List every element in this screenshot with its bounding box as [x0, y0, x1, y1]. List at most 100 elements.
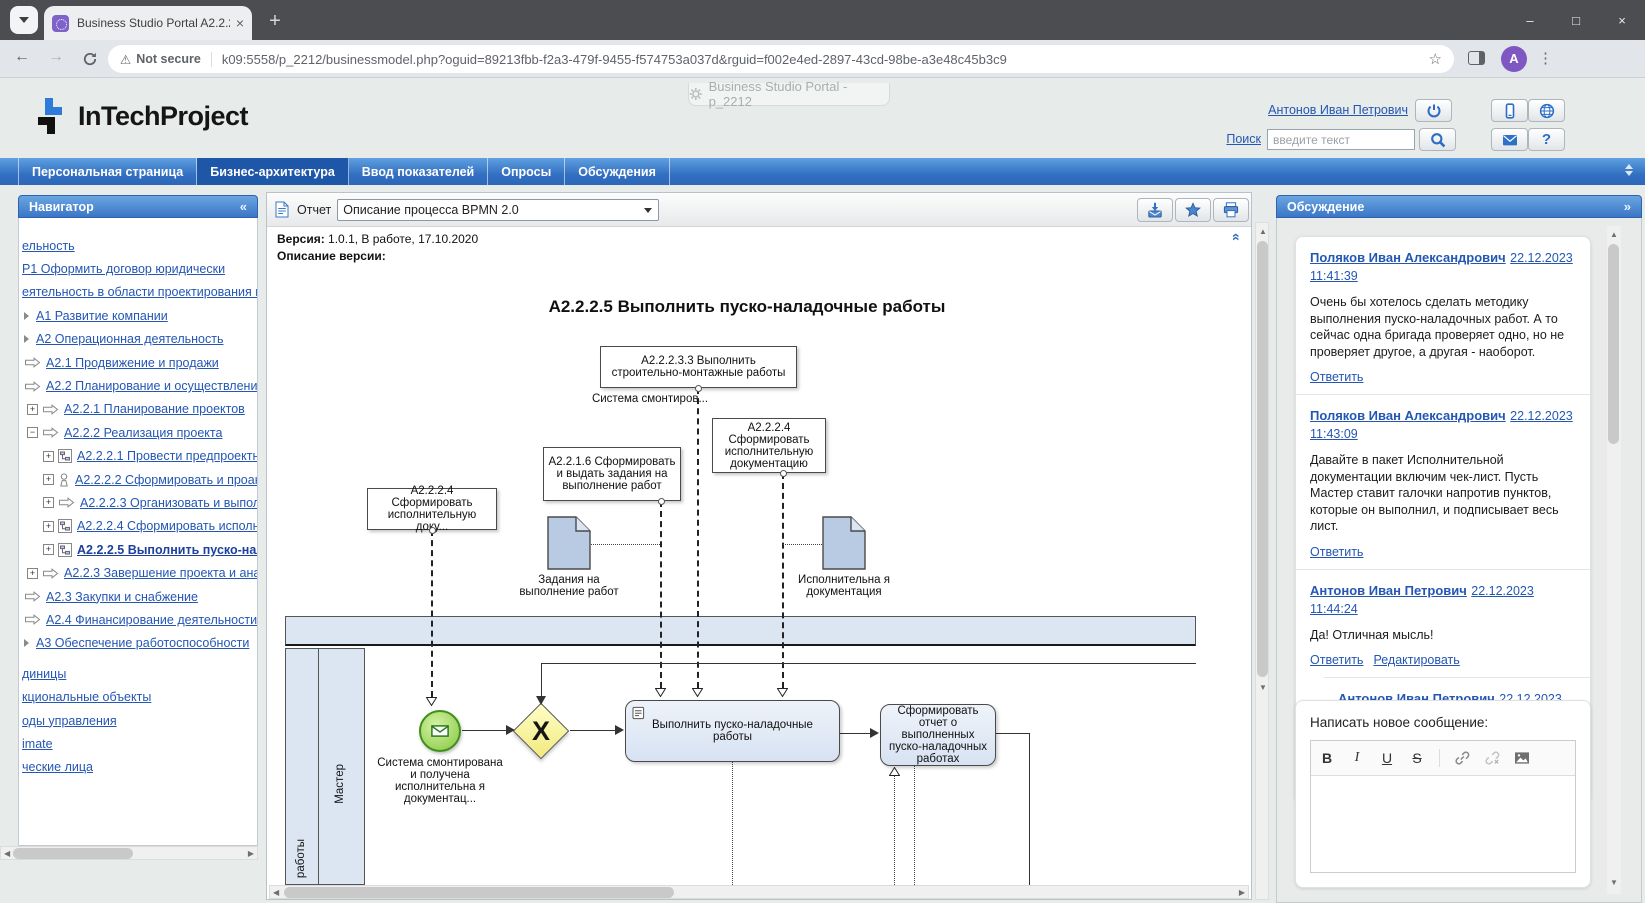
expand-plus-icon[interactable]	[27, 404, 38, 415]
reply-link[interactable]: Ответить	[1310, 370, 1363, 384]
tree-item-link[interactable]: А2.1 Продвижение и продажи	[46, 356, 219, 370]
scroll-left-arrow[interactable]: ◀	[273, 886, 279, 899]
scrollbar-thumb[interactable]	[1608, 244, 1619, 444]
tree-item[interactable]: Р1 Оформить договор юридически	[19, 257, 257, 280]
tree-item[interactable]: А1 Развитие компании	[19, 304, 257, 327]
tree-item-link[interactable]: оды управления	[22, 714, 117, 728]
tree-item-link[interactable]: А2.2 Планирование и осуществление пр	[46, 379, 257, 393]
expand-plus-icon[interactable]	[43, 451, 54, 462]
tree-item[interactable]: А2.2.2.3 Организовать и выполнит	[19, 491, 257, 514]
tree-item-link[interactable]: А2.4 Финансирование деятельности и р	[46, 613, 257, 627]
browser-tab[interactable]: Business Studio Portal A2.2.2.5 ×	[44, 6, 252, 40]
tree-item-link[interactable]: А2.2.2.3 Организовать и выполнит	[80, 496, 257, 510]
tree-item[interactable]: А2.2.2.4 Сформировать исполните	[19, 515, 257, 538]
tree-item-link[interactable]: А2 Операционная деятельность	[36, 332, 224, 346]
process-box-exec-doc[interactable]: А2.2.2.4 Сформировать исполнительную док…	[712, 418, 826, 473]
tree-item[interactable]: А2.4 Финансирование деятельности и р	[19, 608, 257, 631]
insert-link-icon[interactable]	[1454, 750, 1470, 766]
scroll-right-arrow[interactable]: ▶	[248, 847, 254, 860]
expand-arrow-icon[interactable]	[24, 335, 29, 343]
message-start-event[interactable]	[419, 710, 461, 752]
tree-item-link[interactable]: ельность	[22, 239, 75, 253]
tab-search-chevron-button[interactable]	[10, 6, 38, 34]
scroll-up-arrow[interactable]: ▲	[1610, 228, 1618, 241]
messages-button[interactable]	[1491, 128, 1528, 151]
logout-button[interactable]	[1415, 99, 1452, 122]
scrollbar-thumb[interactable]	[284, 887, 674, 898]
tree-item[interactable]: ельность	[19, 234, 257, 257]
expand-plus-icon[interactable]	[43, 544, 54, 555]
discussion-scrollbar[interactable]: ▲ ▼	[1607, 226, 1621, 894]
scrollbar-thumb[interactable]	[13, 848, 133, 859]
tree-item[interactable]: диницы	[19, 662, 257, 685]
tree-item[interactable]: А2.3 Закупки и снабжение	[19, 585, 257, 608]
nav-tab-indicators[interactable]: Ввод показателей	[349, 158, 488, 185]
tree-item[interactable]: еятельность в области проектирования и м…	[19, 281, 257, 304]
tree-item-link[interactable]: А2.2.2.4 Сформировать исполните	[77, 519, 257, 533]
tree-item[interactable]: А2 Операционная деятельность	[19, 328, 257, 351]
tree-item[interactable]: оды управления	[19, 709, 257, 732]
tree-item-link[interactable]: кциональные объекты	[22, 690, 151, 704]
browser-profile-avatar[interactable]: A	[1501, 46, 1527, 72]
process-box-construction[interactable]: А2.2.2.3.3 Выполнить строительно-монтажн…	[600, 346, 797, 388]
window-maximize-button[interactable]: □	[1553, 0, 1599, 40]
tree-item-link[interactable]: А3 Обеспечение работоспособности	[36, 636, 249, 650]
expand-plus-icon[interactable]	[43, 497, 54, 508]
insert-image-icon[interactable]	[1514, 750, 1530, 766]
tree-item[interactable]: А2.2 Планирование и осуществление пр	[19, 374, 257, 397]
forward-button[interactable]: →	[48, 48, 64, 66]
mobile-version-button[interactable]	[1491, 99, 1528, 122]
search-button[interactable]	[1419, 128, 1456, 151]
tree-item[interactable]: А2.1 Продвижение и продажи	[19, 351, 257, 374]
favorite-button[interactable]	[1175, 198, 1211, 222]
tree-item[interactable]: А2.2.1 Планирование проектов	[19, 398, 257, 421]
tree-item-link[interactable]: А2.2.2.1 Провести предпроектное	[77, 449, 257, 463]
collapse-up-icon[interactable]: «	[1229, 233, 1245, 241]
reply-link[interactable]: Ответить	[1310, 653, 1363, 667]
scroll-down-arrow[interactable]: ▼	[1259, 681, 1267, 694]
tree-item-link[interactable]: А2.2.2.2 Сформировать и проанал	[75, 473, 257, 487]
nav-collapse-button[interactable]	[1621, 164, 1637, 180]
tree-item-link[interactable]: еятельность в области проектирования и м…	[22, 285, 257, 299]
tree-item[interactable]: А3 Обеспечение работоспособности	[19, 632, 257, 655]
expand-arrow-icon[interactable]	[24, 639, 29, 647]
edit-link[interactable]: Редактировать	[1373, 653, 1459, 667]
process-box-exec-doc-left[interactable]: А2.2.2.4 Сформировать исполнительную док…	[367, 488, 497, 530]
scroll-right-arrow[interactable]: ▶	[1239, 886, 1245, 899]
window-close-button[interactable]: ×	[1599, 0, 1645, 40]
expand-plus-icon[interactable]	[43, 521, 54, 532]
expand-arrow-icon[interactable]	[24, 312, 29, 320]
sidebar-horizontal-scrollbar[interactable]: ◀ ▶	[0, 846, 258, 860]
diagram-horizontal-scrollbar[interactable]: ◀ ▶	[269, 885, 1249, 899]
italic-button[interactable]: I	[1349, 750, 1365, 766]
side-panel-icon[interactable]	[1468, 51, 1485, 65]
document-shape-exec[interactable]	[822, 516, 866, 570]
print-button[interactable]	[1213, 198, 1249, 222]
tree-item[interactable]: А2.2.2.1 Провести предпроектное	[19, 445, 257, 468]
tab-close-icon[interactable]: ×	[236, 15, 244, 31]
new-tab-button[interactable]: +	[262, 8, 288, 34]
tree-item-link[interactable]: ческие лица	[22, 760, 93, 774]
tree-item-link[interactable]: А2.3 Закупки и снабжение	[46, 590, 198, 604]
tree-item-link[interactable]: А2.2.2 Реализация проекта	[64, 426, 222, 440]
bold-button[interactable]: B	[1319, 750, 1335, 766]
document-shape-tasks[interactable]	[547, 516, 591, 570]
scrollbar-thumb[interactable]	[1257, 241, 1268, 677]
tree-item[interactable]: А2.2.2.2 Сформировать и проанал	[19, 468, 257, 491]
tree-item-link[interactable]: А2.2.1 Планирование проектов	[64, 402, 245, 416]
collapse-left-icon[interactable]: «	[240, 199, 247, 214]
scroll-down-arrow[interactable]: ▼	[1610, 876, 1618, 889]
search-input[interactable]	[1267, 129, 1415, 150]
tree-item[interactable]: А2.2.2 Реализация проекта	[19, 421, 257, 444]
window-minimize-button[interactable]: –	[1507, 0, 1553, 40]
nav-tab-business-architecture[interactable]: Бизнес-архитектура	[197, 158, 349, 185]
tree-item[interactable]: кциональные объекты	[19, 685, 257, 708]
report-vertical-scrollbar[interactable]: ▲ ▼	[1255, 222, 1269, 900]
reply-link[interactable]: Ответить	[1310, 545, 1363, 559]
tree-item[interactable]: ческие лица	[19, 756, 257, 779]
nav-tab-personal-page[interactable]: Персональная страница	[18, 158, 197, 185]
bookmark-star-icon[interactable]: ☆	[1429, 50, 1442, 68]
language-button[interactable]	[1528, 99, 1565, 122]
message-author-link[interactable]: Поляков Иван Александрович	[1310, 408, 1506, 423]
back-button[interactable]: ←	[14, 48, 30, 66]
